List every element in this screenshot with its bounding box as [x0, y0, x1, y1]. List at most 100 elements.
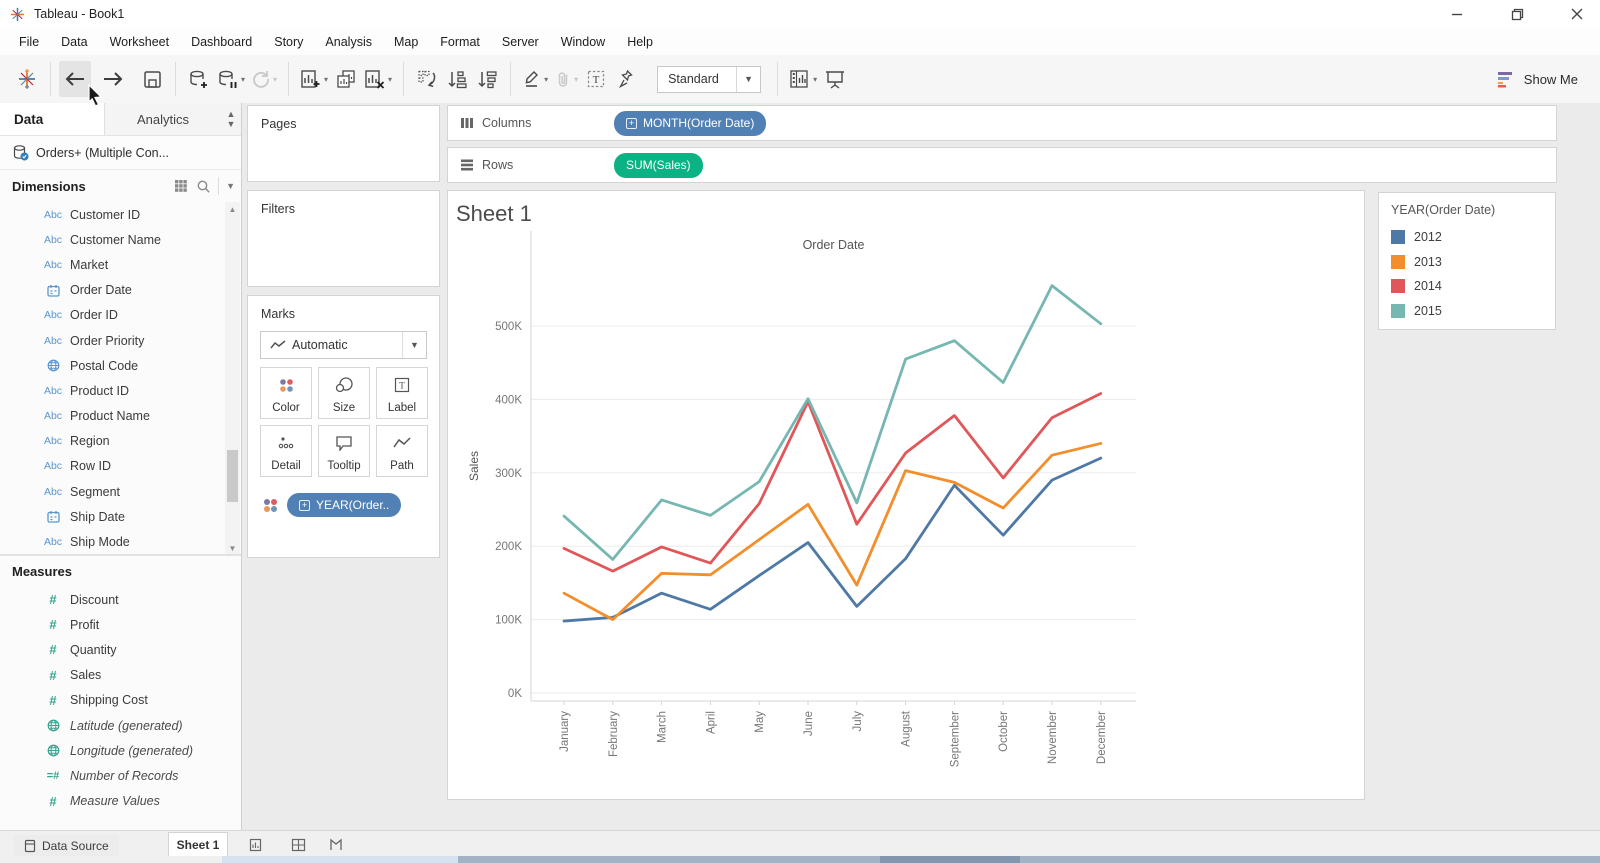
legend-item-2013[interactable]: 2013: [1391, 250, 1555, 275]
tab-data-source[interactable]: Data Source: [14, 835, 119, 857]
menu-window[interactable]: Window: [550, 31, 616, 53]
new-dashboard-tab-button[interactable]: [285, 835, 311, 855]
field-longitude-generated-[interactable]: Longitude (generated): [0, 738, 241, 763]
year-color-pill[interactable]: + YEAR(Order..: [287, 493, 402, 517]
field-product-id[interactable]: Abc Product ID: [0, 378, 241, 403]
color-legend[interactable]: YEAR(Order Date) 2012 2013 2014 2015: [1378, 192, 1556, 330]
dimensions-menu-caret[interactable]: ▼: [226, 181, 235, 191]
expand-field-icon[interactable]: +: [626, 117, 637, 129]
field-order-priority[interactable]: Abc Order Priority: [0, 328, 241, 353]
scroll-up-icon[interactable]: ▲: [225, 202, 240, 216]
field-segment[interactable]: Abc Segment: [0, 479, 241, 504]
highlight-button[interactable]: ▾: [519, 61, 551, 97]
menu-analysis[interactable]: Analysis: [314, 31, 383, 53]
new-worksheet-button[interactable]: ▾: [297, 61, 331, 97]
view-mode-caret[interactable]: ▼: [736, 66, 760, 92]
worksheet-view[interactable]: Sheet 1 0K 100K 200K 300K 400K 500K January Feb…: [447, 190, 1365, 800]
field-region[interactable]: Abc Region: [0, 429, 241, 454]
field-order-date[interactable]: Order Date: [0, 278, 241, 303]
menu-file[interactable]: File: [8, 31, 50, 53]
field-profit[interactable]: # Profit: [0, 612, 241, 637]
group-members-button[interactable]: ▾: [551, 61, 581, 97]
field-postal-code[interactable]: Postal Code: [0, 353, 241, 378]
duplicate-sheet-button[interactable]: [331, 61, 361, 97]
menu-server[interactable]: Server: [491, 31, 550, 53]
field-discount[interactable]: # Discount: [0, 587, 241, 612]
rows-shelf[interactable]: Rows SUM(Sales): [447, 147, 1557, 183]
tableau-home-button[interactable]: [12, 61, 42, 97]
marks-label-button[interactable]: T Label: [376, 367, 428, 419]
mark-type-dropdown[interactable]: Automatic ▼: [260, 331, 427, 359]
pane-collapse-icon[interactable]: ▲ ▼: [221, 103, 241, 135]
field-number-of-records[interactable]: =# Number of Records: [0, 763, 241, 788]
search-icon[interactable]: [196, 179, 211, 194]
datasource-item[interactable]: Orders+ (Multiple Con...: [0, 136, 241, 170]
fix-axes-button[interactable]: [611, 61, 641, 97]
show-me-button[interactable]: Show Me: [1496, 70, 1578, 88]
field-ship-date[interactable]: Ship Date: [0, 504, 241, 529]
refresh-button[interactable]: ▾: [248, 61, 280, 97]
mark-type-caret[interactable]: ▼: [402, 332, 426, 358]
field-row-id[interactable]: Abc Row ID: [0, 454, 241, 479]
minimize-button[interactable]: [1444, 3, 1470, 25]
sort-ascending-button[interactable]: [442, 61, 472, 97]
dimensions-scrollbar[interactable]: ▲ ▼: [225, 202, 240, 554]
clear-sheet-button[interactable]: ▾: [361, 61, 395, 97]
new-story-tab-button[interactable]: [323, 835, 349, 855]
field-product-name[interactable]: Abc Product Name: [0, 404, 241, 429]
field-sales[interactable]: # Sales: [0, 663, 241, 688]
sales-line-chart[interactable]: 0K 100K 200K 300K 400K 500K January February Mar…: [448, 191, 1364, 799]
legend-item-2015[interactable]: 2015: [1391, 299, 1555, 324]
scroll-down-icon[interactable]: ▼: [225, 541, 240, 554]
filters-card[interactable]: Filters: [247, 190, 440, 287]
clear-sheet-caret[interactable]: ▾: [388, 75, 392, 84]
legend-item-2012[interactable]: 2012: [1391, 225, 1555, 250]
marks-tooltip-button[interactable]: Tooltip: [318, 425, 370, 477]
month-order-date-pill[interactable]: + MONTH(Order Date): [614, 110, 767, 136]
pause-auto-updates-button[interactable]: ▾: [214, 61, 248, 97]
field-latitude-generated-[interactable]: Latitude (generated): [0, 713, 241, 738]
menu-data[interactable]: Data: [50, 31, 98, 53]
sum-sales-pill[interactable]: SUM(Sales): [614, 152, 703, 178]
new-data-source-button[interactable]: [184, 61, 214, 97]
line-series-2015[interactable]: [562, 284, 1103, 561]
field-order-id[interactable]: Abc Order ID: [0, 303, 241, 328]
field-quantity[interactable]: # Quantity: [0, 637, 241, 662]
view-mode-select[interactable]: Standard ▼: [657, 65, 762, 93]
menu-worksheet[interactable]: Worksheet: [99, 31, 181, 53]
sort-descending-button[interactable]: [472, 61, 502, 97]
marks-detail-button[interactable]: Detail: [260, 425, 312, 477]
field-ship-mode[interactable]: Abc Ship Mode: [0, 529, 241, 554]
field-market[interactable]: Abc Market: [0, 252, 241, 277]
highlight-caret[interactable]: ▾: [544, 75, 548, 84]
pages-card[interactable]: Pages: [247, 105, 440, 182]
tab-sheet-1[interactable]: Sheet 1: [168, 832, 228, 857]
field-shipping-cost[interactable]: # Shipping Cost: [0, 688, 241, 713]
new-worksheet-tab-button[interactable]: [243, 835, 269, 855]
menu-story[interactable]: Story: [263, 31, 314, 53]
menu-help[interactable]: Help: [616, 31, 664, 53]
show-mark-labels-button[interactable]: T: [581, 61, 611, 97]
menu-dashboard[interactable]: Dashboard: [180, 31, 263, 53]
field-measure-values[interactable]: # Measure Values: [0, 789, 241, 814]
field-customer-name[interactable]: Abc Customer Name: [0, 227, 241, 252]
new-worksheet-caret[interactable]: ▾: [324, 75, 328, 84]
close-button[interactable]: [1564, 3, 1590, 25]
marks-size-button[interactable]: Size: [318, 367, 370, 419]
presentation-mode-button[interactable]: [820, 61, 850, 97]
pause-updates-caret[interactable]: ▾: [241, 75, 245, 84]
swap-rows-columns-button[interactable]: [412, 61, 442, 97]
expand-field-icon[interactable]: +: [299, 499, 310, 511]
show-hide-cards-button[interactable]: ▾: [786, 61, 820, 97]
line-series-2013[interactable]: [562, 442, 1103, 622]
marks-color-button[interactable]: Color: [260, 367, 312, 419]
save-button[interactable]: [137, 61, 167, 97]
marks-path-button[interactable]: Path: [376, 425, 428, 477]
tab-analytics[interactable]: Analytics: [104, 103, 221, 135]
menu-map[interactable]: Map: [383, 31, 429, 53]
show-hide-cards-caret[interactable]: ▾: [813, 75, 817, 84]
view-data-icon[interactable]: [174, 179, 189, 194]
line-series-2012[interactable]: [562, 456, 1103, 623]
restore-button[interactable]: [1504, 3, 1530, 25]
scrollbar-thumb[interactable]: [227, 450, 238, 502]
